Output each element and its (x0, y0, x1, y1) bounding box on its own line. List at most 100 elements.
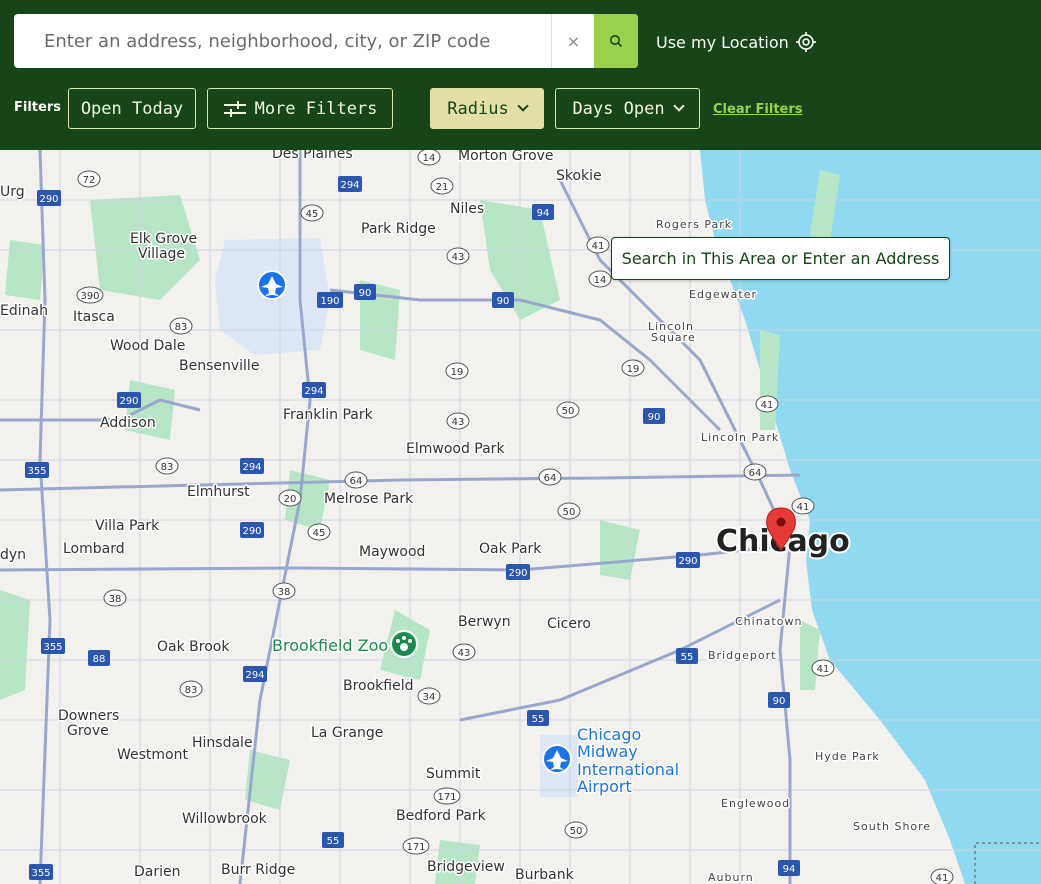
place-label: Berwyn (458, 614, 511, 630)
radius-label: Radius (447, 98, 509, 119)
svg-text:290: 290 (678, 556, 697, 567)
place-label: Lincoln Park (701, 431, 779, 444)
place-label: Bridgeport (708, 649, 776, 662)
place-label: Niles (450, 201, 484, 217)
svg-text:14: 14 (594, 275, 607, 286)
svg-text:19: 19 (627, 364, 640, 375)
map-view[interactable]: 290 294 94 190 90 90 294 290 90 355 294 … (0, 150, 1041, 884)
svg-text:50: 50 (562, 406, 575, 417)
use-my-location-label: Use my Location (656, 32, 789, 52)
place-label: Des Plaines (272, 150, 353, 162)
place-label: Summit (426, 766, 481, 782)
svg-text:355: 355 (31, 868, 50, 879)
place-label: Downers (58, 708, 119, 724)
route-shield: 90 (492, 292, 514, 308)
svg-text:14: 14 (423, 153, 436, 164)
route-shield: 355 (29, 864, 53, 880)
svg-text:294: 294 (304, 386, 323, 397)
search-button[interactable] (594, 14, 638, 68)
chevron-down-icon (517, 100, 529, 112)
place-label: Urg (0, 184, 25, 200)
place-label: Villa Park (95, 518, 160, 534)
midway-airport-icon[interactable] (542, 744, 572, 774)
place-label: Oak Park (479, 541, 542, 557)
svg-text:83: 83 (185, 685, 198, 696)
place-label: Addison (100, 415, 156, 431)
route-shield: 55 (322, 832, 344, 848)
place-label: Elmhurst (187, 484, 250, 500)
route-shield: 294 (338, 176, 362, 192)
route-shield: 55 (527, 710, 549, 726)
place-label: Darien (134, 864, 181, 880)
place-label: dyn (0, 547, 26, 563)
place-label: Edinah (0, 303, 48, 319)
svg-text:290: 290 (119, 396, 138, 407)
place-label: Bridgeview (427, 859, 505, 875)
place-label: Hinsdale (192, 735, 253, 751)
svg-text:43: 43 (452, 252, 465, 263)
route-shield: 290 (676, 552, 700, 568)
place-label: Edgewater (689, 288, 757, 301)
svg-text:45: 45 (306, 209, 319, 220)
place-label: Westmont (117, 747, 188, 763)
place-label: Grove (67, 723, 109, 739)
svg-text:41: 41 (817, 664, 830, 675)
svg-text:83: 83 (175, 322, 188, 333)
search-icon (610, 35, 623, 48)
place-label: Franklin Park (283, 407, 374, 423)
ohare-airport-icon[interactable] (257, 270, 287, 300)
route-shield: 294 (243, 666, 267, 682)
clear-filters-link[interactable]: Clear Filters (713, 102, 803, 117)
svg-text:41: 41 (797, 502, 810, 513)
place-label: Burr Ridge (221, 862, 295, 878)
svg-text:90: 90 (773, 696, 786, 707)
place-label: Bedford Park (396, 808, 487, 824)
svg-text:355: 355 (43, 642, 62, 653)
svg-text:20: 20 (284, 494, 297, 505)
svg-text:90: 90 (648, 412, 661, 423)
svg-text:38: 38 (278, 587, 291, 598)
more-filters-label: More Filters (254, 98, 378, 119)
use-my-location-button[interactable]: Use my Location (656, 28, 817, 56)
chevron-down-icon (672, 100, 685, 112)
svg-text:41: 41 (761, 400, 774, 411)
place-label: Burbank (515, 867, 575, 883)
route-shield: 90 (643, 408, 665, 424)
svg-text:41: 41 (936, 873, 949, 884)
route-shield: 290 (506, 564, 530, 580)
open-today-filter[interactable]: Open Today (68, 88, 196, 129)
svg-text:88: 88 (93, 654, 106, 665)
search-this-area-button[interactable]: Search in This Area or Enter an Address (611, 237, 950, 280)
days-open-dropdown[interactable]: Days Open (555, 88, 700, 129)
zoo-icon[interactable] (390, 630, 418, 658)
header-bar: × Use my Location Filters Open Today (0, 0, 1041, 150)
more-filters-button[interactable]: More Filters (207, 88, 393, 129)
place-label: La Grange (311, 725, 383, 741)
route-shield: 94 (778, 860, 800, 876)
midway-label: Midway (577, 742, 638, 761)
svg-text:64: 64 (749, 468, 762, 479)
place-label: Oak Brook (157, 639, 230, 655)
search-box: × (14, 14, 638, 68)
place-label: Hyde Park (815, 750, 880, 763)
svg-text:43: 43 (458, 648, 471, 659)
search-input[interactable] (14, 14, 550, 68)
svg-text:38: 38 (109, 594, 122, 605)
place-label: Rogers Park (656, 218, 732, 231)
svg-text:90: 90 (359, 288, 372, 299)
svg-text:45: 45 (313, 528, 326, 539)
place-label: Chinatown (735, 615, 802, 628)
svg-text:19: 19 (451, 367, 464, 378)
place-label: Village (138, 246, 185, 262)
radius-dropdown[interactable]: Radius (430, 88, 544, 129)
place-label: Cicero (547, 616, 591, 632)
place-label: Maywood (359, 544, 425, 560)
place-label: South Shore (853, 820, 931, 833)
svg-text:294: 294 (245, 670, 264, 681)
place-label: Wood Dale (110, 338, 185, 354)
route-shield: 294 (240, 458, 264, 474)
clear-search-button[interactable]: × (551, 14, 595, 68)
route-shield: 190 (317, 292, 343, 308)
route-shield: 94 (532, 204, 554, 220)
svg-text:50: 50 (563, 507, 576, 518)
